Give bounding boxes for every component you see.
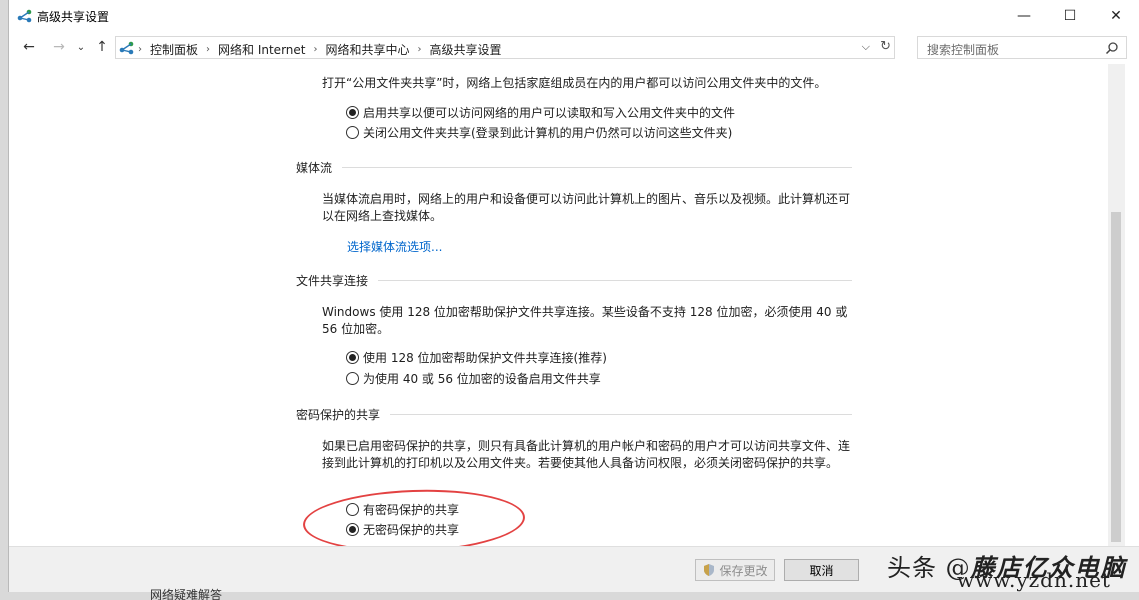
watermark-url: www.yzdn.net	[957, 568, 1111, 592]
minimize-button[interactable]: —	[1001, 0, 1047, 31]
recent-locations-button[interactable]: ⌄	[71, 37, 91, 57]
refresh-icon[interactable]: ↻	[880, 39, 891, 54]
public-folder-disable-option[interactable]: 关闭公用文件夹共享(登录到此计算机的用户仍然可以访问这些文件夹)	[346, 123, 732, 141]
window-title: 高级共享设置	[37, 10, 110, 24]
option-label: 使用 128 位加密帮助保护文件共享连接(推荐)	[363, 350, 607, 365]
divider	[390, 413, 852, 415]
public-folder-description: 打开“公用文件夹共享”时，网络上包括家庭组成员在内的用户都可以访问公用文件夹中的…	[322, 76, 827, 90]
up-button[interactable]: ↑	[92, 37, 112, 57]
breadcrumb-separator-icon: ›	[138, 44, 142, 55]
media-section-heading: 媒体流	[296, 159, 852, 175]
radio-button[interactable]	[346, 105, 359, 119]
breadcrumb-separator-icon: ›	[206, 44, 211, 55]
divider	[342, 166, 852, 168]
settings-content: 打开“公用文件夹共享”时，网络上包括家庭组成员在内的用户都可以访问公用文件夹中的…	[9, 64, 1114, 546]
breadcrumb-network-internet[interactable]: 网络和 Internet	[218, 41, 305, 58]
media-streaming-options-link[interactable]: 选择媒体流选项...	[347, 238, 442, 255]
public-folder-enable-option[interactable]: 启用共享以便可以访问网络的用户可以读取和写入公用文件夹中的文件	[346, 103, 735, 121]
password-description: 如果已启用密码保护的共享，则只有具备此计算机的用户帐户和密码的用户才可以访问共享…	[322, 439, 851, 470]
search-placeholder: 搜索控制面板	[927, 43, 1000, 57]
radio-button[interactable]	[346, 350, 359, 364]
file-sharing-description: Windows 使用 128 位加密帮助保护文件共享连接。某些设备不支持 128…	[322, 305, 848, 336]
section-title: 文件共享连接	[296, 273, 369, 288]
search-icon[interactable]	[1105, 41, 1119, 55]
breadcrumb-advanced-sharing[interactable]: 高级共享设置	[430, 41, 502, 58]
scrollbar-thumb[interactable]	[1111, 212, 1121, 542]
search-input[interactable]: 搜索控制面板	[917, 36, 1127, 59]
radio-button[interactable]	[346, 125, 359, 139]
vertical-scrollbar[interactable]	[1108, 64, 1125, 546]
background-window-text: 网络疑难解答	[150, 588, 223, 600]
breadcrumb-control-panel[interactable]: 控制面板	[150, 41, 198, 58]
watermark: 头条 @藤店亿众电脑 www.yzdn.net	[887, 548, 1127, 592]
password-section-heading: 密码保护的共享	[296, 406, 852, 422]
close-button[interactable]: ✕	[1093, 0, 1139, 31]
encryption-128-option[interactable]: 使用 128 位加密帮助保护文件共享连接(推荐)	[346, 348, 607, 366]
advanced-sharing-window: 高级共享设置 — ☐ ✕ ← → ⌄ ↑ › 控制面板 › 网络和 Intern…	[8, 0, 1139, 592]
network-icon	[119, 41, 134, 55]
breadcrumb-network-sharing-center[interactable]: 网络和共享中心	[325, 41, 409, 58]
breadcrumb: › 控制面板 › 网络和 Internet › 网络和共享中心 › 高级共享设置	[138, 41, 502, 58]
save-changes-button[interactable]: 保存更改	[695, 559, 775, 581]
cancel-button[interactable]: 取消	[784, 559, 859, 581]
radio-button[interactable]	[346, 371, 359, 385]
section-title: 媒体流	[296, 160, 333, 175]
address-dropdown-icon[interactable]: ⌵	[862, 40, 870, 54]
media-description: 当媒体流启用时，网络上的用户和设备便可以访问此计算机上的图片、音乐以及视频。此计…	[322, 192, 851, 223]
address-bar[interactable]: › 控制面板 › 网络和 Internet › 网络和共享中心 › 高级共享设置…	[115, 36, 895, 59]
section-title: 密码保护的共享	[296, 407, 381, 422]
save-changes-label: 保存更改	[719, 563, 768, 578]
encryption-40-56-option[interactable]: 为使用 40 或 56 位加密的设备启用文件共享	[346, 369, 601, 387]
breadcrumb-separator-icon: ›	[313, 44, 318, 55]
maximize-button[interactable]: ☐	[1047, 0, 1093, 31]
uac-shield-icon	[704, 564, 715, 576]
forward-button[interactable]: →	[49, 37, 69, 57]
option-label: 为使用 40 或 56 位加密的设备启用文件共享	[363, 371, 601, 386]
option-label: 启用共享以便可以访问网络的用户可以读取和写入公用文件夹中的文件	[363, 105, 736, 120]
breadcrumb-separator-icon: ›	[417, 44, 422, 55]
navigation-row: ← → ⌄ ↑ › 控制面板 › 网络和 Internet › 网络和共享中心 …	[9, 33, 1139, 61]
option-label: 关闭公用文件夹共享(登录到此计算机的用户仍然可以访问这些文件夹)	[363, 125, 733, 140]
back-button[interactable]: ←	[19, 37, 39, 57]
network-app-icon	[17, 9, 32, 23]
file-sharing-section-heading: 文件共享连接	[296, 272, 852, 288]
title-bar: 高级共享设置 — ☐ ✕	[9, 0, 1139, 31]
divider	[378, 279, 852, 281]
